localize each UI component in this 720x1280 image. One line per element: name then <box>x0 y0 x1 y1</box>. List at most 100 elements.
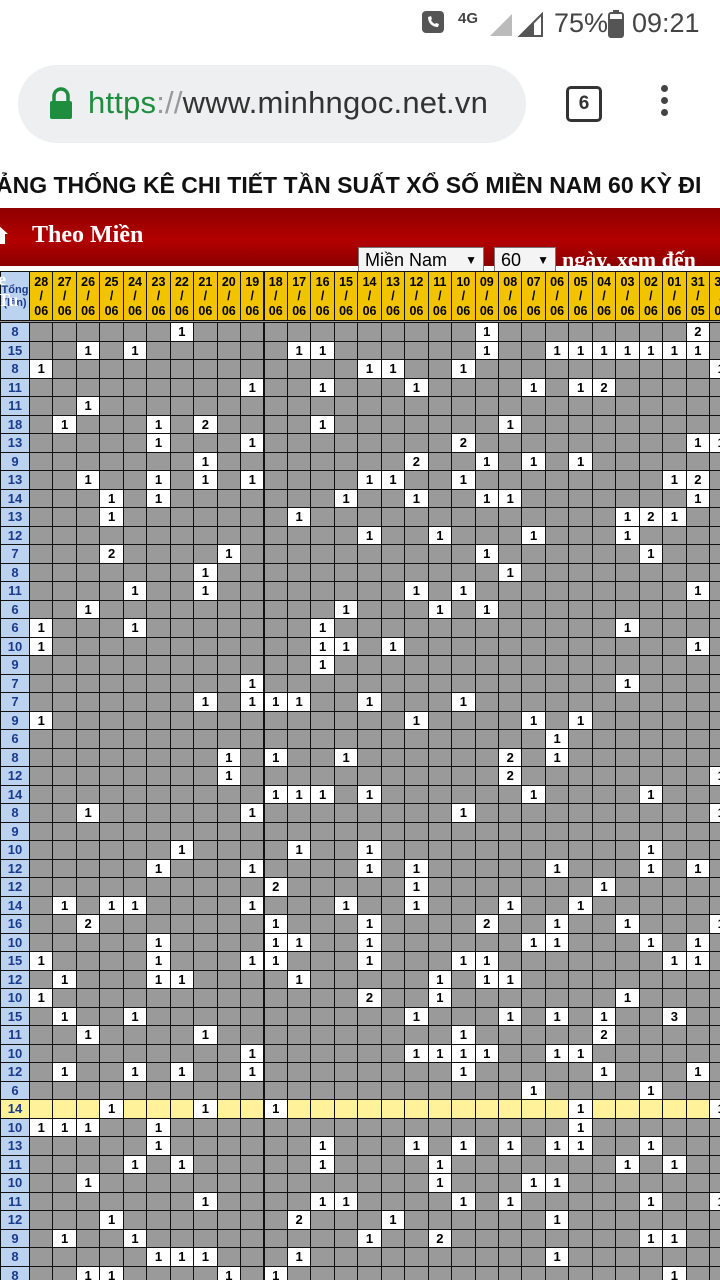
empty-cell <box>75 1006 101 1026</box>
empty-cell <box>52 932 77 952</box>
home-icon[interactable] <box>0 222 10 246</box>
empty-cell <box>169 618 195 638</box>
empty-cell <box>451 673 476 693</box>
count-cell: 1 <box>75 470 101 490</box>
browser-toolbar: https://www.minhngoc.net.vn 6 <box>0 50 720 160</box>
empty-cell <box>357 451 382 471</box>
address-bar[interactable]: https://www.minhngoc.net.vn <box>18 65 526 143</box>
row-total: 12 <box>0 858 30 878</box>
empty-cell <box>146 599 171 619</box>
overflow-menu-icon[interactable] <box>650 80 678 130</box>
empty-cell <box>568 784 593 804</box>
empty-cell <box>29 377 54 397</box>
empty-cell <box>29 599 54 619</box>
empty-cell <box>474 507 499 527</box>
empty-cell <box>286 895 312 915</box>
days-select[interactable]: 60 ▼ <box>494 247 556 273</box>
empty-cell <box>169 599 195 619</box>
empty-cell <box>169 1228 195 1248</box>
count-cell: 1 <box>404 1006 429 1026</box>
count-cell: 2 <box>474 914 499 934</box>
empty-cell <box>52 840 77 860</box>
empty-cell <box>122 414 148 434</box>
empty-cell <box>169 1006 195 1026</box>
empty-cell <box>333 1043 359 1063</box>
empty-cell <box>193 988 218 1008</box>
empty-cell <box>52 766 77 786</box>
date-column-header: 30/05 <box>709 271 720 321</box>
empty-cell <box>662 636 687 656</box>
date-month: 06 <box>573 304 588 318</box>
empty-cell <box>240 525 265 545</box>
empty-cell <box>474 1006 499 1026</box>
empty-cell <box>357 562 382 582</box>
empty-cell <box>333 784 359 804</box>
empty-cell <box>310 895 335 915</box>
date-separator: / <box>531 289 536 303</box>
empty-cell <box>427 951 453 971</box>
empty-cell <box>29 1136 54 1156</box>
empty-cell <box>216 618 242 638</box>
empty-cell <box>568 414 593 434</box>
count-cell: 1 <box>451 1025 476 1045</box>
empty-cell <box>310 1062 335 1082</box>
empty-cell <box>169 377 195 397</box>
empty-cell <box>662 1136 687 1156</box>
count-cell: 1 <box>498 1006 523 1026</box>
empty-cell <box>380 988 406 1008</box>
count-cell: 1 <box>404 895 429 915</box>
empty-cell <box>474 1080 499 1100</box>
empty-cell <box>52 1136 77 1156</box>
count-cell: 1 <box>427 1154 453 1174</box>
count-cell: 2 <box>99 544 124 564</box>
count-cell: 1 <box>310 1136 335 1156</box>
empty-cell <box>333 914 359 934</box>
empty-cell <box>169 470 195 490</box>
empty-cell <box>216 525 242 545</box>
empty-cell <box>591 710 617 730</box>
url-text[interactable]: https://www.minhngoc.net.vn <box>88 85 488 121</box>
count-cell: 1 <box>286 1247 312 1267</box>
empty-cell <box>568 951 593 971</box>
empty-cell <box>75 1228 101 1248</box>
empty-cell <box>169 988 195 1008</box>
row-total: 13 <box>0 433 30 453</box>
count-cell: 1 <box>615 988 640 1008</box>
empty-cell <box>169 1173 195 1193</box>
tab-switcher-button[interactable]: 6 <box>566 86 602 122</box>
count-cell: 1 <box>146 433 171 453</box>
empty-cell <box>427 895 453 915</box>
empty-cell <box>310 932 335 952</box>
empty-cell <box>122 692 148 712</box>
count-cell: 1 <box>521 525 546 545</box>
count-cell: 1 <box>99 507 124 527</box>
empty-cell <box>638 803 664 823</box>
empty-cell <box>615 359 640 379</box>
count-cell: 1 <box>544 1173 570 1193</box>
date-month: 06 <box>104 304 119 318</box>
empty-cell <box>380 377 406 397</box>
count-cell: 1 <box>240 1062 265 1082</box>
region-select[interactable]: Miền Nam ▼ <box>358 247 484 273</box>
empty-cell <box>380 507 406 527</box>
empty-cell <box>474 821 499 841</box>
empty-cell <box>380 932 406 952</box>
count-cell: 1 <box>451 581 476 601</box>
date-separator: / <box>391 289 395 303</box>
empty-cell <box>286 1062 312 1082</box>
empty-cell <box>333 396 359 416</box>
empty-cell <box>52 784 77 804</box>
empty-cell <box>99 803 124 823</box>
empty-cell <box>521 1025 546 1045</box>
empty-cell <box>193 1210 218 1230</box>
empty-cell <box>615 655 640 675</box>
empty-cell <box>193 729 218 749</box>
empty-cell <box>216 692 242 712</box>
empty-cell <box>404 1191 429 1211</box>
empty-cell <box>52 877 77 897</box>
empty-cell <box>544 895 570 915</box>
empty-cell <box>380 414 406 434</box>
empty-cell <box>216 840 242 860</box>
count-cell: 2 <box>591 377 617 397</box>
empty-cell <box>169 525 195 545</box>
